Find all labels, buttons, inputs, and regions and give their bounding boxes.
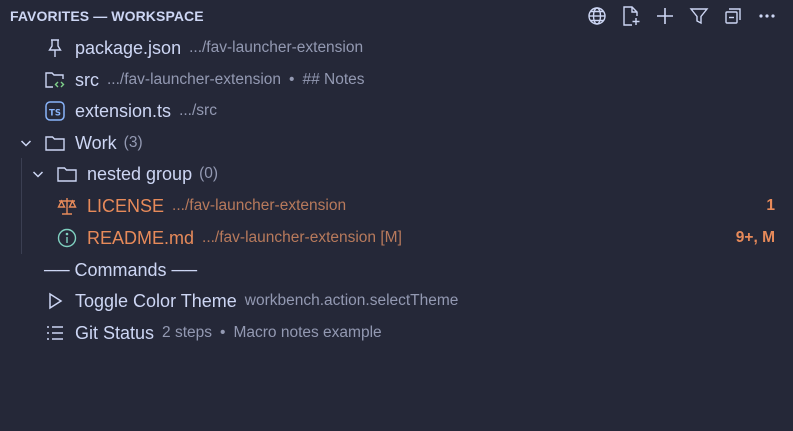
group-label: nested group [87, 163, 193, 184]
item-label: README.md [87, 227, 195, 248]
chevron-down-icon[interactable] [29, 165, 47, 183]
list-icon [44, 322, 66, 344]
problem-badge: 9+, M [735, 229, 775, 246]
group-work[interactable]: Work (3) [0, 128, 793, 158]
group-label: Work [75, 132, 117, 153]
command-note: Macro notes example [233, 324, 382, 341]
item-description: .../fav-launcher-extension [M] [202, 229, 402, 246]
typescript-icon: TS [44, 100, 66, 122]
folder-code-icon [44, 69, 66, 91]
item-description: .../fav-launcher-extension [189, 39, 364, 56]
command-description: workbench.action.selectTheme [244, 292, 459, 309]
commands-separator: ── Commands ── [0, 255, 793, 285]
globe-icon[interactable] [585, 4, 609, 28]
new-file-icon[interactable] [619, 4, 643, 28]
favorite-item-readme[interactable]: README.md .../fav-launcher-extension [M]… [0, 223, 793, 253]
header-toolbar [575, 3, 779, 29]
svg-text:TS: TS [49, 109, 61, 119]
favorite-item-extension-ts[interactable]: TS extension.ts .../src [0, 96, 793, 126]
favorite-item-package-json[interactable]: package.json .../fav-launcher-extension [0, 33, 793, 63]
group-count: (0) [199, 165, 219, 182]
more-icon[interactable] [755, 4, 779, 28]
folder-icon [56, 163, 78, 185]
favorites-panel: FAVORITES — WORKSPACE package.json .../f… [0, 0, 793, 431]
filter-icon[interactable] [687, 4, 711, 28]
item-label: extension.ts [75, 100, 172, 121]
separator-dot: • [289, 71, 295, 88]
panel-title: FAVORITES — WORKSPACE [10, 8, 204, 24]
group-nested[interactable]: nested group (0) [0, 159, 793, 189]
item-note: ## Notes [302, 71, 365, 88]
item-label: LICENSE [87, 195, 165, 216]
play-icon [44, 290, 66, 312]
group-count: (3) [123, 134, 143, 151]
command-label: Toggle Color Theme [75, 290, 237, 311]
command-description: 2 steps [162, 324, 213, 341]
folder-icon [44, 132, 66, 154]
item-description: .../fav-launcher-extension [172, 197, 347, 214]
command-git-status[interactable]: Git Status 2 steps • Macro notes example [0, 318, 793, 348]
pin-icon [44, 37, 66, 59]
favorite-item-license[interactable]: LICENSE .../fav-launcher-extension 1 [0, 191, 793, 221]
separator-label: ── Commands ── [44, 259, 198, 280]
command-label: Git Status [75, 322, 155, 343]
panel-header: FAVORITES — WORKSPACE [0, 0, 793, 32]
plus-icon[interactable] [653, 4, 677, 28]
favorite-item-src[interactable]: src .../fav-launcher-extension • ## Note… [0, 65, 793, 95]
law-icon [56, 195, 78, 217]
info-icon [56, 227, 78, 249]
collapse-all-icon[interactable] [721, 4, 745, 28]
command-toggle-color-theme[interactable]: Toggle Color Theme workbench.action.sele… [0, 286, 793, 316]
problem-badge: 1 [766, 197, 775, 214]
item-label: src [75, 69, 99, 90]
item-description: .../fav-launcher-extension [107, 71, 282, 88]
item-label: package.json [75, 37, 182, 58]
item-description: .../src [179, 102, 217, 119]
chevron-down-icon[interactable] [17, 134, 35, 152]
separator-dot: • [220, 324, 226, 341]
